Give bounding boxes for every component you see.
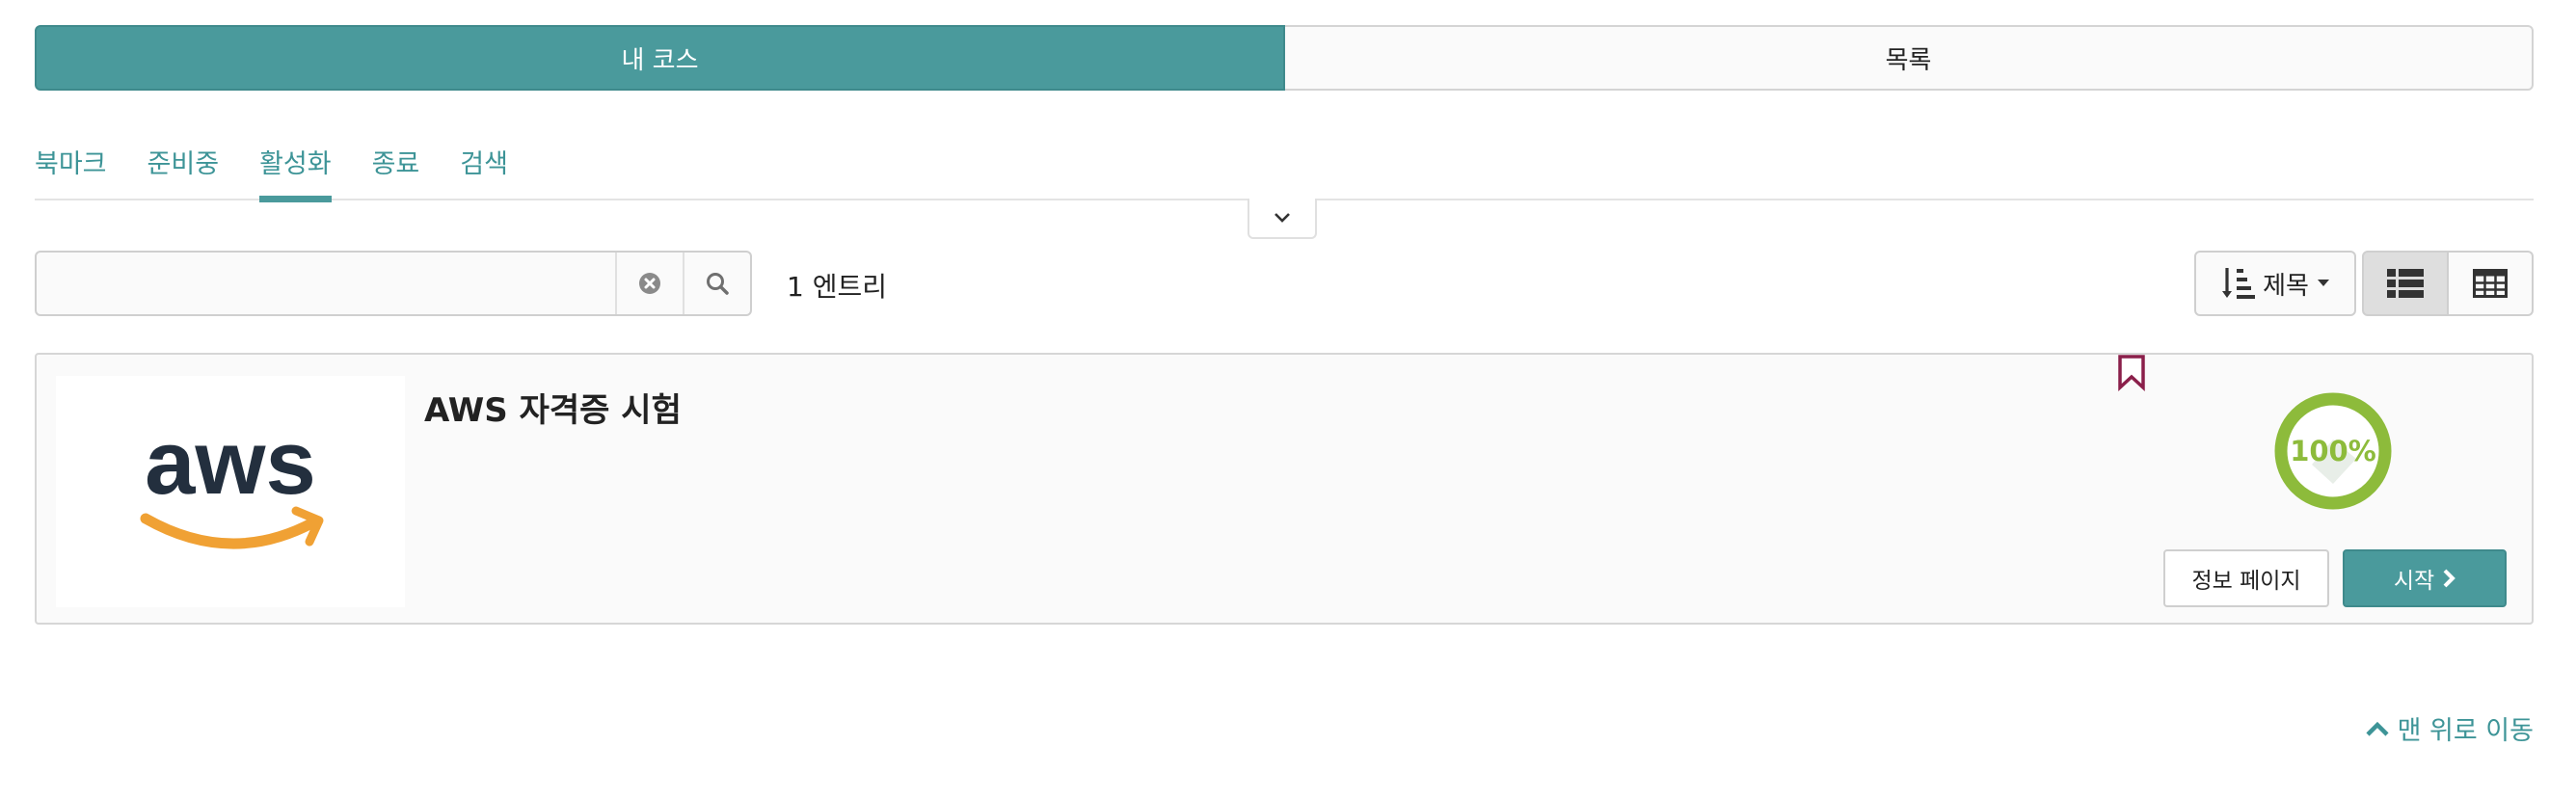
aws-logo: aws (140, 414, 324, 549)
back-to-top-link[interactable]: 맨 위로 이동 (2365, 709, 2534, 747)
clear-icon (639, 273, 660, 294)
tab-bookmark[interactable]: 북마크 (35, 133, 107, 200)
chevron-right-icon (2443, 569, 2455, 588)
tab-finished[interactable]: 종료 (372, 133, 420, 200)
info-page-button[interactable]: 정보 페이지 (2163, 549, 2329, 607)
progress-circle: 100% (2274, 392, 2392, 510)
collapse-toggle-button[interactable] (1248, 199, 1317, 239)
progress-label: 100% (2290, 435, 2376, 467)
bookmark-icon[interactable] (2115, 353, 2148, 391)
table-icon (2473, 269, 2508, 298)
search-input[interactable] (37, 253, 615, 314)
my-courses-button[interactable]: 내 코스 (35, 25, 1285, 91)
chevron-up-icon (2366, 721, 2389, 736)
search-icon (707, 273, 729, 295)
aws-logo-text: aws (145, 414, 316, 513)
table-view-button[interactable] (2449, 251, 2534, 316)
chevron-down-icon (1275, 213, 1290, 223)
entries-count: 1 엔트리 (787, 271, 887, 303)
course-view-switch: 내 코스 목록 (35, 25, 2534, 91)
catalog-button[interactable]: 목록 (1285, 25, 2534, 91)
caret-down-icon (2317, 280, 2329, 286)
course-thumbnail[interactable]: aws (56, 376, 405, 607)
start-button-label: 시작 (2393, 569, 2435, 594)
search-box (35, 251, 752, 316)
search-button[interactable] (683, 253, 750, 314)
list-icon (2387, 269, 2424, 298)
course-card: aws AWS 자격증 시험 100% 정보 페이지 시작 (35, 353, 2534, 625)
view-toggle (2362, 251, 2534, 316)
course-title[interactable]: AWS 자격증 시험 (424, 384, 682, 431)
tab-active[interactable]: 활성화 (259, 133, 332, 202)
sort-dropdown[interactable]: 제목 (2194, 251, 2356, 316)
tab-preparing[interactable]: 준비중 (148, 133, 220, 200)
tab-search[interactable]: 검색 (460, 133, 508, 200)
course-filter-tabs: 북마크 준비중 활성화 종료 검색 (35, 133, 2534, 202)
clear-search-button[interactable] (615, 253, 683, 314)
list-view-button[interactable] (2362, 251, 2449, 316)
sort-icon (2222, 268, 2256, 299)
back-to-top-label: 맨 위로 이동 (2397, 716, 2534, 746)
sort-label: 제목 (2263, 271, 2309, 301)
start-button[interactable]: 시작 (2343, 549, 2507, 607)
